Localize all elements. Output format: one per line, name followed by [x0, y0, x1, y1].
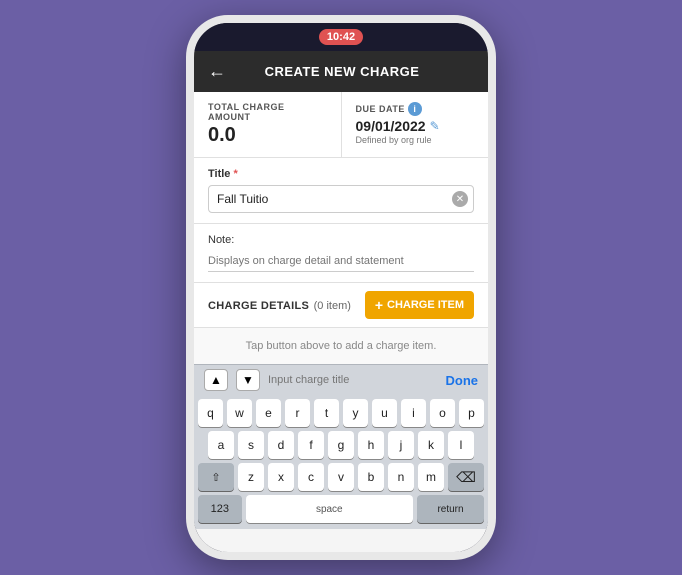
status-bar: 10:42 [194, 23, 488, 51]
key-p[interactable]: p [459, 399, 484, 427]
charge-details-bar: CHARGE DETAILS (0 item) + CHARGE ITEM [194, 283, 488, 328]
keyboard-row-4: 123 space return [198, 495, 484, 523]
arrow-up-button[interactable]: ▲ [204, 369, 228, 391]
title-section: Title * ✕ [194, 158, 488, 224]
note-section: Note: [194, 224, 488, 283]
key-k[interactable]: k [418, 431, 444, 459]
item-count: (0 item) [314, 300, 351, 312]
key-w[interactable]: w [227, 399, 252, 427]
title-input[interactable] [208, 185, 474, 213]
keyboard-row-2: a s d f g h j k l [198, 431, 484, 459]
key-d[interactable]: d [268, 431, 294, 459]
charge-summary: TOTAL CHARGE AMOUNT 0.0 DUE DATE i 09/01… [194, 92, 488, 158]
org-rule-text: Defined by org rule [356, 135, 475, 145]
title-label: Title * [208, 168, 474, 180]
keyboard-row-1: q w e r t y u i o p [198, 399, 484, 427]
app-content: ← CREATE NEW CHARGE TOTAL CHARGE AMOUNT … [194, 51, 488, 552]
keyboard-row-3: ⇧ z x c v b n m ⌫ [198, 463, 484, 491]
key-t[interactable]: t [314, 399, 339, 427]
key-m[interactable]: m [418, 463, 444, 491]
key-s[interactable]: s [238, 431, 264, 459]
num-key[interactable]: 123 [198, 495, 242, 523]
add-charge-button[interactable]: + CHARGE ITEM [365, 291, 474, 319]
charge-details-label: CHARGE DETAILS [208, 300, 309, 312]
key-h[interactable]: h [358, 431, 384, 459]
delete-key[interactable]: ⌫ [448, 463, 484, 491]
total-value: 0.0 [208, 124, 327, 147]
key-r[interactable]: r [285, 399, 310, 427]
key-y[interactable]: y [343, 399, 368, 427]
back-button[interactable]: ← [208, 61, 226, 82]
key-o[interactable]: o [430, 399, 455, 427]
key-g[interactable]: g [328, 431, 354, 459]
page-title: CREATE NEW CHARGE [234, 64, 450, 79]
key-c[interactable]: c [298, 463, 324, 491]
info-icon[interactable]: i [408, 102, 422, 116]
required-star: * [230, 168, 237, 180]
key-n[interactable]: n [388, 463, 414, 491]
key-e[interactable]: e [256, 399, 281, 427]
key-l[interactable]: l [448, 431, 474, 459]
edit-icon[interactable]: ✎ [430, 119, 440, 133]
phone-frame: 10:42 ← CREATE NEW CHARGE TOTAL CHARGE A… [186, 15, 496, 560]
note-label: Note: [208, 234, 474, 246]
total-label: TOTAL CHARGE AMOUNT [208, 102, 327, 122]
done-button[interactable]: Done [446, 373, 479, 388]
key-j[interactable]: j [388, 431, 414, 459]
arrow-down-icon: ▼ [242, 373, 254, 387]
arrow-down-button[interactable]: ▼ [236, 369, 260, 391]
key-u[interactable]: u [372, 399, 397, 427]
space-key[interactable]: space [246, 495, 413, 523]
key-f[interactable]: f [298, 431, 324, 459]
key-q[interactable]: q [198, 399, 223, 427]
time-display: 10:42 [319, 29, 363, 45]
due-date-row: 09/01/2022 ✎ [356, 118, 475, 134]
due-date-value: 09/01/2022 [356, 118, 426, 134]
keyboard: q w e r t y u i o p a s d f g h j k l [194, 395, 488, 529]
due-date-label: DUE DATE i [356, 102, 475, 116]
title-input-wrapper: ✕ [208, 185, 474, 213]
return-key[interactable]: return [417, 495, 484, 523]
charge-title-input[interactable] [268, 374, 438, 386]
key-i[interactable]: i [401, 399, 426, 427]
key-x[interactable]: x [268, 463, 294, 491]
key-v[interactable]: v [328, 463, 354, 491]
key-a[interactable]: a [208, 431, 234, 459]
note-input[interactable] [208, 251, 474, 272]
add-charge-label: CHARGE ITEM [387, 299, 464, 311]
clear-button[interactable]: ✕ [452, 191, 468, 207]
charge-details-info: CHARGE DETAILS (0 item) [208, 296, 351, 314]
key-z[interactable]: z [238, 463, 264, 491]
total-amount-block: TOTAL CHARGE AMOUNT 0.0 [194, 92, 342, 157]
shift-key[interactable]: ⇧ [198, 463, 234, 491]
header: ← CREATE NEW CHARGE [194, 51, 488, 92]
keyboard-toolbar: ▲ ▼ Done [194, 364, 488, 395]
plus-icon: + [375, 297, 383, 313]
tap-hint: Tap button above to add a charge item. [194, 328, 488, 364]
due-date-block: DUE DATE i 09/01/2022 ✎ Defined by org r… [342, 92, 489, 157]
arrow-up-icon: ▲ [210, 373, 222, 387]
key-b[interactable]: b [358, 463, 384, 491]
